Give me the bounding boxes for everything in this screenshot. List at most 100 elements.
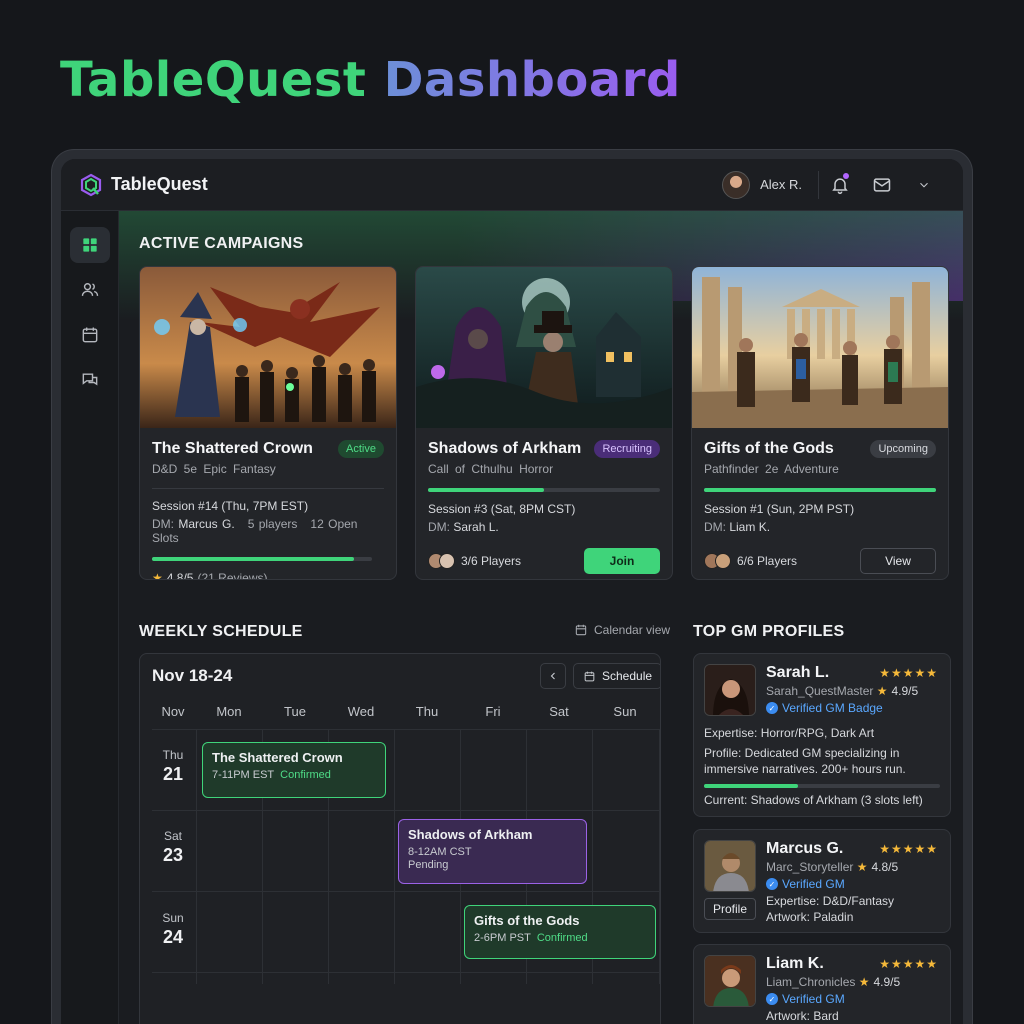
view-button[interactable]: View <box>860 548 936 574</box>
gm-profile-card[interactable]: Liam K. ★★★★★ Liam_Chronicles ★ 4.9/5 ✓ V… <box>693 944 951 1024</box>
profile-button[interactable]: Profile <box>704 898 757 920</box>
schedule-event[interactable]: The Shattered Crown 7-11PM EST Confirmed <box>202 742 386 798</box>
gm-avatar <box>704 664 756 716</box>
campaign-title: The Shattered Crown <box>152 440 313 457</box>
avatar <box>715 553 731 569</box>
user-avatar <box>722 170 751 199</box>
gm-current-campaign: Current: Shadows of Arkham (3 slots left… <box>704 793 923 807</box>
campaign-dm-line: DM: Sarah L. <box>428 520 660 534</box>
verified-badge: ✓ Verified GM <box>766 877 845 891</box>
user-menu[interactable]: Alex R. <box>722 170 819 199</box>
campaign-title: Shadows of Arkham <box>428 440 582 457</box>
gm-handle: Sarah_QuestMaster <box>766 684 874 698</box>
active-campaigns-heading: ACTIVE CAMPAIGNS <box>139 235 304 252</box>
event-status: Confirmed <box>536 932 588 944</box>
sidebar-item-calendar[interactable] <box>70 317 110 353</box>
status-badge: Recruiting <box>594 440 660 458</box>
campaign-card-body: Gifts of the Gods Upcoming Pathfinder 2e… <box>692 428 948 574</box>
campaign-genre: Adventure <box>784 462 839 476</box>
row-weekday: Thu <box>162 748 184 762</box>
day-header-fri: Fri <box>485 704 501 719</box>
gm-star-rating: ★★★★★ <box>879 666 938 680</box>
row-day-number: 21 <box>162 764 184 784</box>
gm-score: 4.9/5 <box>873 975 901 989</box>
verified-check-icon: ✓ <box>766 702 778 714</box>
join-button[interactable]: Join <box>584 548 660 574</box>
weekly-schedule-panel: Nov 18-24 Schedule Nov Mon Tue Wed Thu F… <box>139 653 661 1024</box>
sidebar-item-dashboard[interactable] <box>69 227 110 263</box>
row-label-sun: Sun 24 <box>152 911 194 948</box>
campaign-genre: Epic Fantasy <box>203 462 276 476</box>
gm-handle-line: Sarah_QuestMaster ★ 4.9/5 <box>766 684 918 698</box>
player-count: 6/6 Players <box>737 554 798 568</box>
status-badge: Active <box>338 440 384 458</box>
chat-icon <box>82 373 97 386</box>
campaign-card[interactable]: Gifts of the Gods Upcoming Pathfinder 2e… <box>691 266 949 580</box>
verified-label: Verified GM <box>782 992 845 1006</box>
mail-icon <box>873 177 891 192</box>
gm-artwork: Artwork: Bard <box>766 1009 839 1023</box>
grid-line <box>659 729 660 984</box>
event-time: 8-12AM CST <box>408 846 472 858</box>
star-icon: ★ <box>856 860 868 874</box>
campaign-card[interactable]: Shadows of Arkham Recruiting Call of Cth… <box>415 266 673 580</box>
dm-name[interactable]: Sarah L. <box>453 520 498 534</box>
chevron-down-icon <box>920 182 928 187</box>
campaign-system: Call of Cthulhu <box>428 462 513 476</box>
progress-fill <box>428 488 544 492</box>
weekly-schedule-heading: WEEKLY SCHEDULE <box>139 623 303 640</box>
gm-name: Sarah L. <box>766 664 830 681</box>
campaign-card[interactable]: The Shattered Crown Active D&D 5e Epic F… <box>139 266 397 580</box>
event-time: 7-11PM EST <box>212 769 275 781</box>
day-header-tue: Tue <box>284 704 306 719</box>
event-title: Gifts of the Gods <box>474 913 580 928</box>
gm-handle: Marc_Storyteller <box>766 860 854 874</box>
brand[interactable]: TableQuest <box>79 173 208 197</box>
schedule-event[interactable]: Gifts of the Gods 2-6PM PST Confirmed <box>464 905 656 959</box>
schedule-button[interactable]: Schedule <box>573 663 660 689</box>
account-dropdown[interactable] <box>903 178 945 192</box>
notifications-button[interactable] <box>819 172 861 195</box>
sidebar-item-players[interactable] <box>70 272 110 308</box>
gm-profile-card[interactable]: Marcus G. ★★★★★ Marc_Storyteller ★ 4.8/5 … <box>693 829 951 933</box>
gm-avatar <box>704 840 756 892</box>
campaign-progress-bar <box>704 488 936 492</box>
previous-week-button[interactable] <box>540 663 566 689</box>
event-title: Shadows of Arkham <box>408 827 533 842</box>
gm-profile-card[interactable]: Sarah L. ★★★★★ Sarah_QuestMaster ★ 4.9/5 … <box>693 653 951 817</box>
brand-name: TableQuest <box>111 174 208 194</box>
day-header-thu: Thu <box>415 704 439 719</box>
campaign-system: D&D 5e <box>152 462 198 476</box>
verified-badge: ✓ Verified GM Badge <box>766 701 883 715</box>
event-details: 7-11PM EST Confirmed <box>212 769 376 781</box>
gm-progress-bar <box>704 784 940 788</box>
day-header-mon: Mon <box>216 704 242 719</box>
campaign-system-genre: D&D 5e Epic Fantasy <box>152 462 384 476</box>
dm-label: DM: <box>152 517 174 531</box>
messages-button[interactable] <box>861 175 903 195</box>
sidebar-item-messages[interactable] <box>70 362 110 398</box>
campaign-art-dragon <box>140 267 396 428</box>
review-count: (21 Reviews) <box>197 571 268 580</box>
grid-line <box>152 891 660 892</box>
day-header-month: Nov <box>161 704 185 719</box>
schedule-date-range: Nov 18-24 <box>152 666 233 685</box>
schedule-button-label: Schedule <box>602 669 653 683</box>
chevron-left-icon <box>550 672 555 680</box>
campaign-progress-bar <box>152 557 372 561</box>
dm-name[interactable]: Liam K. <box>729 520 770 534</box>
schedule-event[interactable]: Shadows of Arkham 8-12AM CST Pending <box>398 819 587 884</box>
campaign-art-arkham <box>416 267 672 428</box>
top-bar: TableQuest Alex R. <box>61 159 963 211</box>
event-time: 2-6PM PST <box>474 932 531 944</box>
calendar-view-link[interactable]: Calendar view <box>574 623 670 637</box>
player-avatars: 6/6 Players <box>704 553 797 569</box>
campaign-card-body: Shadows of Arkham Recruiting Call of Cth… <box>416 428 672 574</box>
dm-name[interactable]: Marcus G. <box>178 517 234 531</box>
event-details: 2-6PM PST Confirmed <box>474 932 646 944</box>
day-header-sun: Sun <box>613 704 637 719</box>
app-screen: TableQuest Alex R. ACTIVE CAMPAIGNS The … <box>61 159 963 1024</box>
gm-star-rating: ★★★★★ <box>879 842 938 856</box>
gm-star-rating: ★★★★★ <box>879 957 938 971</box>
notification-dot <box>843 172 849 179</box>
